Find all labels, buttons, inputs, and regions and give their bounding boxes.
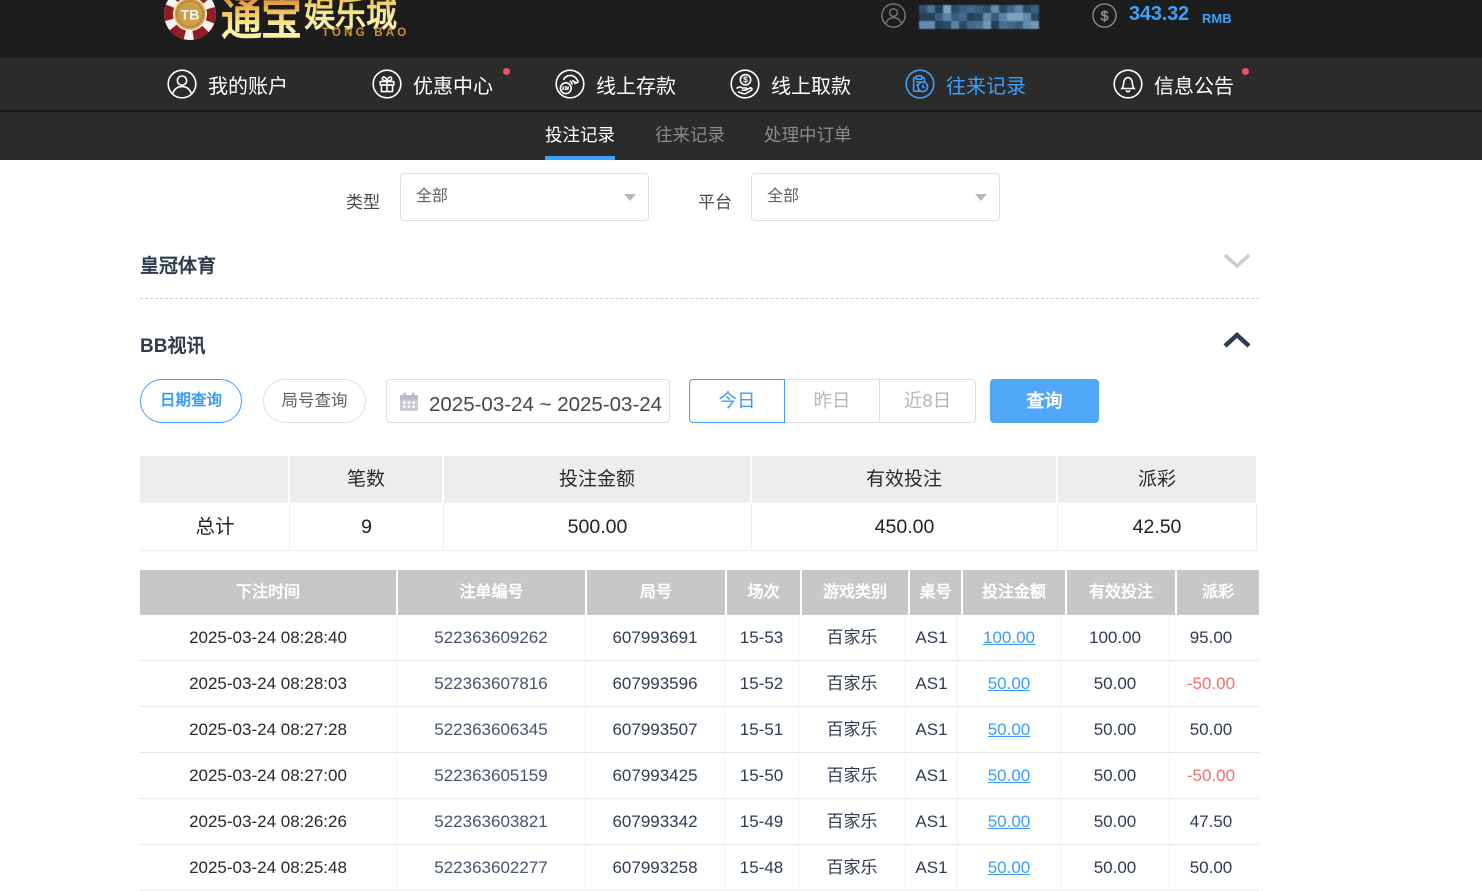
svg-text:$: $ xyxy=(1101,7,1109,23)
svg-text:TB: TB xyxy=(181,7,200,23)
svg-text:$: $ xyxy=(743,75,748,85)
